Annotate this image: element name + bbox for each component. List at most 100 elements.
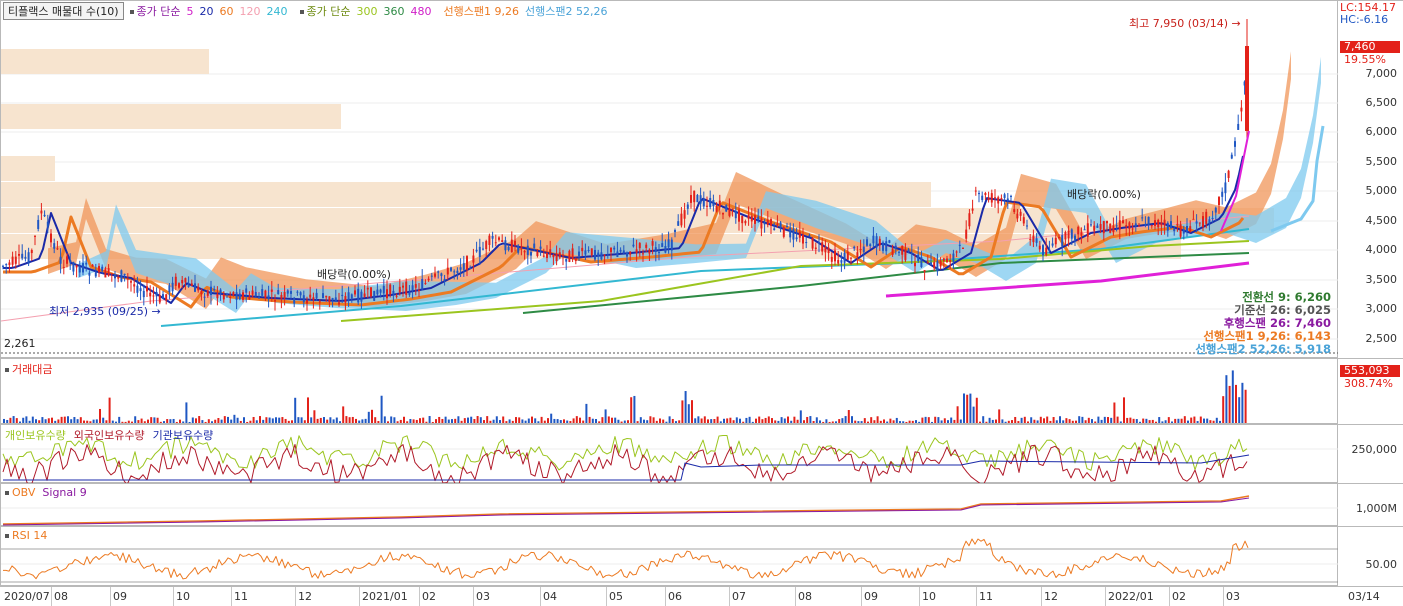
candle-body: [1061, 235, 1064, 247]
ma_short-20[interactable]: 20: [200, 5, 214, 18]
ma_long-480[interactable]: 480: [411, 5, 432, 18]
trade-value-bar: [1142, 418, 1145, 423]
trade-value-bar: [630, 397, 633, 423]
ma_short-60[interactable]: 60: [220, 5, 234, 18]
trade-value-bar: [211, 421, 213, 423]
candle-body: [821, 242, 824, 252]
trade-value-bar: [396, 421, 399, 423]
candle-body: [808, 235, 811, 237]
lead-span2-label[interactable]: 선행스팬2 52,26: [525, 3, 607, 19]
candle-body: [395, 295, 398, 297]
trade-value-canvas[interactable]: [1, 359, 1339, 425]
candle-body: [1096, 225, 1099, 228]
ma_long-300[interactable]: 300: [357, 5, 378, 18]
candle-body: [763, 222, 766, 225]
candle-body: [1109, 223, 1112, 233]
ma_short-5[interactable]: 5: [187, 5, 194, 18]
trade-value-bar: [1020, 417, 1023, 423]
candle-body: [459, 267, 462, 270]
candle-body: [952, 253, 955, 262]
candle-body: [274, 300, 276, 302]
candle-body: [91, 264, 94, 267]
holdings-panel[interactable]: 개인보유수량 외국인보유수량 기관보유수량: [0, 424, 1339, 484]
price-chart-canvas[interactable]: [1, 1, 1339, 359]
trade-value-bar: [387, 421, 389, 423]
candle-body: [555, 253, 558, 262]
trade-value-bar: [1199, 416, 1202, 423]
holdings-legend-2[interactable]: 기관보유수량: [153, 429, 214, 442]
trade-value-bar: [636, 421, 639, 423]
stock-selector[interactable]: 티플랙스 매물대 수(10): [3, 2, 124, 20]
candle-body: [744, 221, 747, 224]
lead-span1-label[interactable]: 선행스팬1 9,26: [444, 3, 519, 19]
trade-value-bar: [431, 421, 434, 423]
candle-body: [1131, 228, 1134, 230]
candle-body: [270, 289, 273, 292]
trade-value-bar: [1190, 417, 1193, 423]
trade-value-bar: [444, 416, 447, 423]
ma_short-240[interactable]: 240: [267, 5, 288, 18]
trade-value-bar: [927, 417, 930, 423]
trade-value-bar: [991, 419, 994, 423]
candle-body: [421, 279, 424, 290]
date-label: 08: [798, 590, 812, 603]
trade-value-panel[interactable]: 거래대금: [0, 358, 1338, 424]
ma_short-120[interactable]: 120: [240, 5, 261, 18]
obv-panel[interactable]: OBV Signal 9: [0, 483, 1339, 527]
candle-body: [178, 283, 180, 288]
candle-body: [690, 194, 692, 203]
trade-value-bar: [19, 421, 21, 423]
trade-value-bar: [531, 416, 533, 423]
trade-value-bar: [873, 420, 876, 423]
candle-body: [408, 292, 411, 295]
trade-value-bar: [134, 416, 137, 423]
trade-value-bar: [959, 419, 962, 423]
trade-value-bar: [1161, 421, 1164, 423]
current-price-badge: 7,460: [1340, 41, 1400, 53]
rsi-canvas[interactable]: [1, 527, 1339, 587]
rsi-axis: 50.00: [1338, 526, 1403, 586]
trade-value-bar: [671, 418, 674, 423]
candle-body: [440, 273, 443, 276]
trade-value-bar: [1046, 416, 1049, 423]
ma-long-label[interactable]: 종가 단순: [307, 5, 351, 18]
candle-body: [347, 292, 350, 302]
trade-value-bar: [831, 421, 834, 423]
candle-body: [62, 266, 65, 268]
high-price-annotation: 최고 7,950 (03/14) →: [1129, 17, 1241, 30]
trade-value-bar: [975, 397, 978, 423]
trade-value-bar: [246, 421, 249, 423]
trade-value-bar: [294, 397, 297, 423]
candle-body: [334, 297, 337, 302]
trade-value-bar: [121, 421, 124, 423]
candle-body: [1106, 221, 1108, 224]
trade-value-bar: [463, 418, 466, 423]
trade-value-bar: [719, 421, 722, 423]
candle-body: [59, 256, 62, 264]
holdings-legend-1[interactable]: 외국인보유수량: [74, 429, 145, 442]
candle-body: [875, 236, 878, 248]
ma_long-360[interactable]: 360: [384, 5, 405, 18]
trade-value-bar: [796, 419, 799, 423]
holdings-axis: 250,000: [1338, 424, 1403, 483]
trade-value-bar: [47, 418, 50, 423]
holdings-legend-0[interactable]: 개인보유수량: [5, 429, 66, 442]
candle-body: [910, 253, 913, 255]
candle-body: [629, 251, 632, 255]
trade-value-bar: [35, 419, 37, 423]
trade-value-bar: [665, 421, 668, 423]
trade-value-bar: [966, 394, 969, 423]
obv-canvas[interactable]: [1, 484, 1339, 527]
price-chart-panel[interactable]: 티플랙스 매물대 수(10) 종가 단순 5 20 60 120 240 종가 단순 3…: [0, 0, 1339, 359]
trade-value-bar: [758, 416, 761, 423]
candle-body: [962, 247, 964, 249]
trade-value-bar: [1001, 419, 1004, 423]
trade-value-bar: [303, 420, 306, 423]
trade-value-bar: [854, 420, 857, 423]
ma-short-label[interactable]: 종가 단순: [137, 5, 181, 18]
candle-body: [101, 266, 104, 271]
candle-body: [341, 294, 344, 297]
candle-body: [1067, 230, 1070, 239]
rsi-panel[interactable]: RSI 14: [0, 526, 1339, 587]
candle-body: [27, 252, 30, 264]
